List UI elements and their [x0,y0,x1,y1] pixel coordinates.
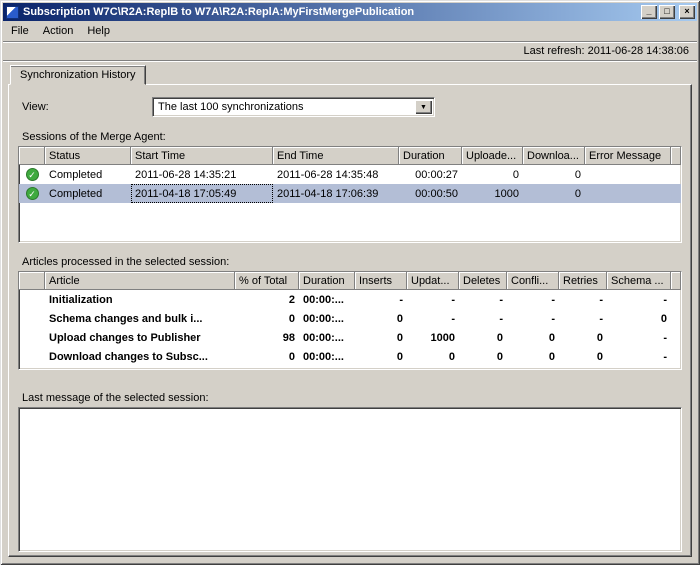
session-downloaded: 0 [523,184,585,203]
session-duration: 00:00:27 [415,168,458,181]
article-name: Initialization [49,293,113,306]
article-row[interactable]: Initialization 2 00:00:... - - - - - - [19,290,681,309]
close-button[interactable]: × [679,5,695,19]
articles-header-row: Article % of Total Duration Inserts Upda… [19,272,681,290]
col-start-time[interactable]: Start Time [131,147,273,165]
session-error [585,184,671,203]
last-refresh-text: Last refresh: 2011-06-28 14:38:06 [523,45,689,57]
session-row[interactable]: ✓ Completed 2011-06-28 14:35:21 2011-06-… [19,165,681,184]
minimize-button[interactable]: _ [641,5,657,19]
session-downloaded: 0 [574,168,581,181]
col-filler [671,272,681,290]
session-duration: 00:00:50 [399,184,462,203]
last-message-box[interactable] [18,407,682,552]
session-status: Completed [49,168,103,181]
col-pct-total[interactable]: % of Total [235,272,299,290]
col-end-time[interactable]: End Time [273,147,399,165]
titlebar: Subscription W7C\R2A:ReplB to W7A\R2A:Re… [3,3,697,21]
col-inserts[interactable]: Inserts [355,272,407,290]
window: Subscription W7C\R2A:ReplB to W7A\R2A:Re… [0,0,700,565]
menu-file[interactable]: File [4,22,36,40]
article-name: Schema changes and bulk i... [49,312,203,325]
col-deletes[interactable]: Deletes [459,272,507,290]
view-row: View: The last 100 synchronizations ▼ [18,97,682,117]
article-row[interactable]: Upload changes to Publisher 98 00:00:...… [19,328,681,347]
view-combobox-value: The last 100 synchronizations [158,101,304,113]
status-completed-icon: ✓ [25,168,39,181]
session-end-time: 2011-06-28 14:35:48 [277,168,379,181]
session-row-selected[interactable]: ✓ Completed 2011-04-18 17:05:49 2011-04-… [19,184,681,203]
menu-action[interactable]: Action [36,22,81,40]
sessions-header-row: Status Start Time End Time Duration Uplo… [19,147,681,165]
tab-synchronization-history[interactable]: Synchronization History [10,65,146,85]
col-article-icon[interactable] [19,272,45,290]
article-name: Upload changes to Publisher [49,331,201,344]
window-icon[interactable] [6,5,19,19]
col-updates[interactable]: Updat... [407,272,459,290]
col-error-message[interactable]: Error Message [585,147,671,165]
articles-label: Articles processed in the selected sessi… [22,256,230,268]
session-error [585,165,671,184]
articles-table: Article % of Total Duration Inserts Upda… [18,271,682,370]
col-status-icon[interactable] [19,147,45,165]
sessions-label: Sessions of the Merge Agent: [22,131,166,143]
session-start-time: 2011-06-28 14:35:21 [135,168,237,181]
article-row[interactable]: Schema changes and bulk i... 0 00:00:...… [19,309,681,328]
window-title: Subscription W7C\R2A:ReplB to W7A\R2A:Re… [23,6,415,18]
menubar: File Action Help [3,21,697,41]
col-retries[interactable]: Retries [559,272,607,290]
session-start-time: 2011-04-18 17:05:49 [131,184,273,203]
article-row[interactable]: Download changes to Subsc... 0 00:00:...… [19,347,681,366]
article-name: Download changes to Subsc... [49,350,208,363]
col-article[interactable]: Article [45,272,235,290]
tab-page: View: The last 100 synchronizations ▼ Se… [8,84,692,557]
col-filler [671,147,681,165]
tab-area: Synchronization History View: The last 1… [8,65,692,557]
status-completed-icon: ✓ [25,187,39,200]
maximize-button[interactable]: □ [659,5,675,19]
col-schema[interactable]: Schema ... [607,272,671,290]
session-status: Completed [45,184,131,203]
view-label: View: [22,101,49,113]
sessions-table: Status Start Time End Time Duration Uplo… [18,146,682,243]
col-downloaded[interactable]: Downloa... [523,147,585,165]
view-combobox[interactable]: The last 100 synchronizations ▼ [152,97,435,117]
session-uploaded: 1000 [462,184,523,203]
col-conflicts[interactable]: Confli... [507,272,559,290]
col-uploaded[interactable]: Uploade... [462,147,523,165]
col-duration[interactable]: Duration [399,147,462,165]
menu-help[interactable]: Help [80,22,117,40]
refresh-toolbar: Last refresh: 2011-06-28 14:38:06 [3,41,697,61]
session-end-time: 2011-04-18 17:06:39 [273,184,399,203]
col-status[interactable]: Status [45,147,131,165]
last-message-label: Last message of the selected session: [22,392,209,404]
col-art-duration[interactable]: Duration [299,272,355,290]
chevron-down-icon[interactable]: ▼ [415,100,432,114]
session-uploaded: 0 [512,168,519,181]
